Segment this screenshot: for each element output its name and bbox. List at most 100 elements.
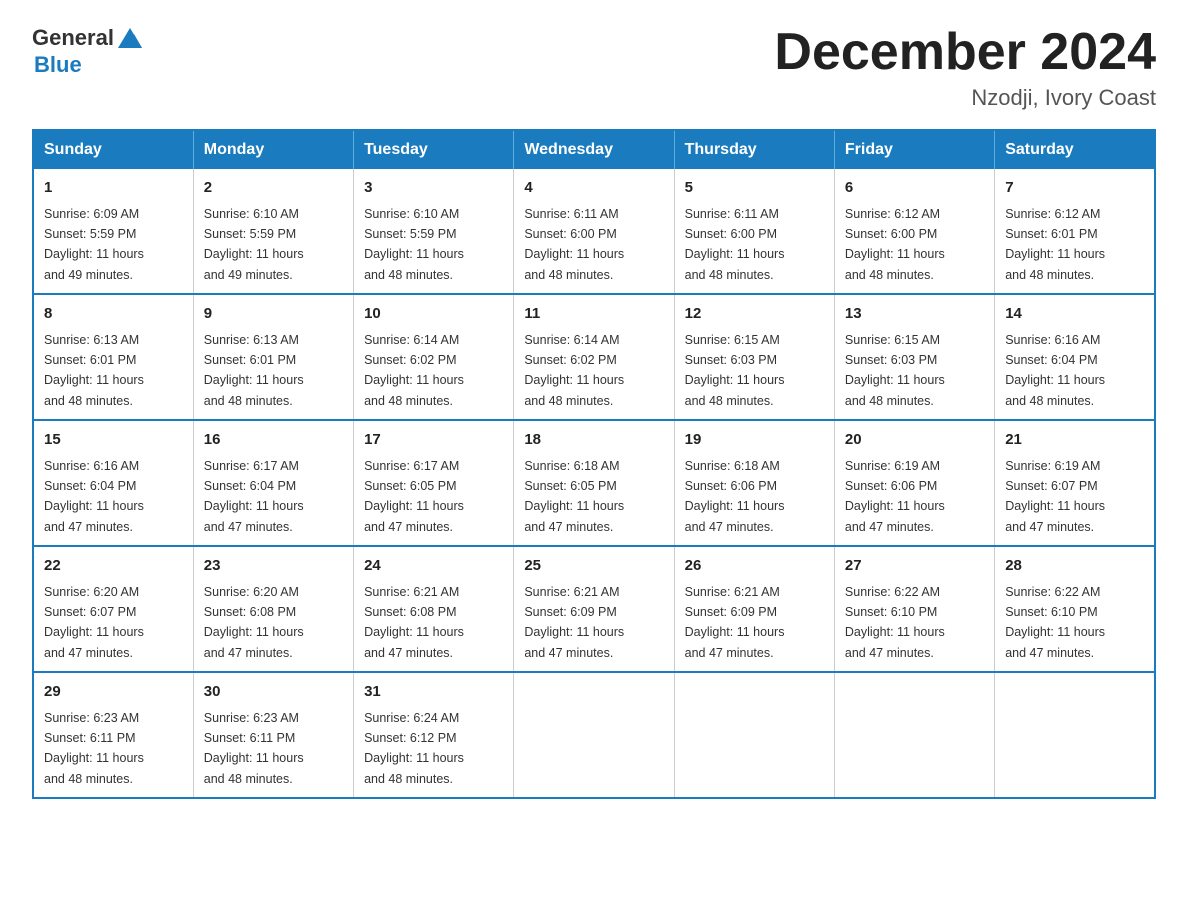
day-number: 27 [845,555,984,578]
day-info: Sunrise: 6:21 AMSunset: 6:08 PMDaylight:… [364,585,464,660]
day-number: 19 [685,429,824,452]
day-info: Sunrise: 6:11 AMSunset: 6:00 PMDaylight:… [524,207,624,282]
calendar-cell: 11 Sunrise: 6:14 AMSunset: 6:02 PMDaylig… [514,294,674,420]
calendar-cell [834,672,994,798]
day-info: Sunrise: 6:24 AMSunset: 6:12 PMDaylight:… [364,711,464,786]
calendar-cell: 6 Sunrise: 6:12 AMSunset: 6:00 PMDayligh… [834,169,994,294]
day-info: Sunrise: 6:20 AMSunset: 6:08 PMDaylight:… [204,585,304,660]
page-header: General Blue December 2024 Nzodji, Ivory… [32,24,1156,111]
day-info: Sunrise: 6:12 AMSunset: 6:01 PMDaylight:… [1005,207,1105,282]
day-number: 11 [524,303,663,326]
calendar-cell: 8 Sunrise: 6:13 AMSunset: 6:01 PMDayligh… [33,294,193,420]
day-number: 28 [1005,555,1144,578]
calendar-cell: 25 Sunrise: 6:21 AMSunset: 6:09 PMDaylig… [514,546,674,672]
day-info: Sunrise: 6:19 AMSunset: 6:07 PMDaylight:… [1005,459,1105,534]
weekday-header-monday: Monday [193,130,353,169]
calendar-cell: 19 Sunrise: 6:18 AMSunset: 6:06 PMDaylig… [674,420,834,546]
day-number: 6 [845,177,984,200]
calendar-cell: 4 Sunrise: 6:11 AMSunset: 6:00 PMDayligh… [514,169,674,294]
day-info: Sunrise: 6:16 AMSunset: 6:04 PMDaylight:… [44,459,144,534]
day-number: 13 [845,303,984,326]
calendar-cell: 1 Sunrise: 6:09 AMSunset: 5:59 PMDayligh… [33,169,193,294]
day-number: 22 [44,555,183,578]
day-number: 9 [204,303,343,326]
day-info: Sunrise: 6:14 AMSunset: 6:02 PMDaylight:… [524,333,624,408]
calendar-cell: 7 Sunrise: 6:12 AMSunset: 6:01 PMDayligh… [995,169,1155,294]
calendar-cell: 14 Sunrise: 6:16 AMSunset: 6:04 PMDaylig… [995,294,1155,420]
calendar-cell: 28 Sunrise: 6:22 AMSunset: 6:10 PMDaylig… [995,546,1155,672]
day-info: Sunrise: 6:21 AMSunset: 6:09 PMDaylight:… [524,585,624,660]
day-number: 18 [524,429,663,452]
day-number: 21 [1005,429,1144,452]
day-info: Sunrise: 6:10 AMSunset: 5:59 PMDaylight:… [364,207,464,282]
day-number: 10 [364,303,503,326]
calendar-cell: 23 Sunrise: 6:20 AMSunset: 6:08 PMDaylig… [193,546,353,672]
day-number: 26 [685,555,824,578]
calendar-cell: 20 Sunrise: 6:19 AMSunset: 6:06 PMDaylig… [834,420,994,546]
calendar-cell: 3 Sunrise: 6:10 AMSunset: 5:59 PMDayligh… [354,169,514,294]
calendar-body: 1 Sunrise: 6:09 AMSunset: 5:59 PMDayligh… [33,169,1155,798]
weekday-header-sunday: Sunday [33,130,193,169]
calendar-cell [514,672,674,798]
day-info: Sunrise: 6:20 AMSunset: 6:07 PMDaylight:… [44,585,144,660]
logo-icon [116,24,144,52]
calendar-week-row: 22 Sunrise: 6:20 AMSunset: 6:07 PMDaylig… [33,546,1155,672]
day-info: Sunrise: 6:14 AMSunset: 6:02 PMDaylight:… [364,333,464,408]
calendar-header: SundayMondayTuesdayWednesdayThursdayFrid… [33,130,1155,169]
day-info: Sunrise: 6:17 AMSunset: 6:05 PMDaylight:… [364,459,464,534]
day-number: 23 [204,555,343,578]
day-info: Sunrise: 6:22 AMSunset: 6:10 PMDaylight:… [1005,585,1105,660]
day-number: 14 [1005,303,1144,326]
calendar-week-row: 1 Sunrise: 6:09 AMSunset: 5:59 PMDayligh… [33,169,1155,294]
day-info: Sunrise: 6:13 AMSunset: 6:01 PMDaylight:… [44,333,144,408]
day-number: 30 [204,681,343,704]
day-number: 4 [524,177,663,200]
weekday-header-row: SundayMondayTuesdayWednesdayThursdayFrid… [33,130,1155,169]
day-number: 20 [845,429,984,452]
day-number: 25 [524,555,663,578]
day-number: 31 [364,681,503,704]
calendar-cell: 17 Sunrise: 6:17 AMSunset: 6:05 PMDaylig… [354,420,514,546]
day-info: Sunrise: 6:21 AMSunset: 6:09 PMDaylight:… [685,585,785,660]
calendar-cell: 26 Sunrise: 6:21 AMSunset: 6:09 PMDaylig… [674,546,834,672]
calendar-cell: 5 Sunrise: 6:11 AMSunset: 6:00 PMDayligh… [674,169,834,294]
weekday-header-thursday: Thursday [674,130,834,169]
calendar-week-row: 15 Sunrise: 6:16 AMSunset: 6:04 PMDaylig… [33,420,1155,546]
calendar-cell: 2 Sunrise: 6:10 AMSunset: 5:59 PMDayligh… [193,169,353,294]
calendar-week-row: 8 Sunrise: 6:13 AMSunset: 6:01 PMDayligh… [33,294,1155,420]
calendar-cell: 22 Sunrise: 6:20 AMSunset: 6:07 PMDaylig… [33,546,193,672]
day-info: Sunrise: 6:16 AMSunset: 6:04 PMDaylight:… [1005,333,1105,408]
weekday-header-wednesday: Wednesday [514,130,674,169]
day-number: 7 [1005,177,1144,200]
day-info: Sunrise: 6:15 AMSunset: 6:03 PMDaylight:… [685,333,785,408]
calendar-cell: 16 Sunrise: 6:17 AMSunset: 6:04 PMDaylig… [193,420,353,546]
day-number: 2 [204,177,343,200]
calendar-cell: 21 Sunrise: 6:19 AMSunset: 6:07 PMDaylig… [995,420,1155,546]
calendar-cell [674,672,834,798]
day-info: Sunrise: 6:23 AMSunset: 6:11 PMDaylight:… [44,711,144,786]
day-number: 3 [364,177,503,200]
calendar-cell: 24 Sunrise: 6:21 AMSunset: 6:08 PMDaylig… [354,546,514,672]
weekday-header-friday: Friday [834,130,994,169]
day-info: Sunrise: 6:09 AMSunset: 5:59 PMDaylight:… [44,207,144,282]
calendar-cell: 13 Sunrise: 6:15 AMSunset: 6:03 PMDaylig… [834,294,994,420]
day-info: Sunrise: 6:22 AMSunset: 6:10 PMDaylight:… [845,585,945,660]
day-info: Sunrise: 6:17 AMSunset: 6:04 PMDaylight:… [204,459,304,534]
logo-blue-text: Blue [34,52,82,78]
day-number: 5 [685,177,824,200]
day-number: 1 [44,177,183,200]
day-info: Sunrise: 6:18 AMSunset: 6:06 PMDaylight:… [685,459,785,534]
day-info: Sunrise: 6:19 AMSunset: 6:06 PMDaylight:… [845,459,945,534]
day-number: 29 [44,681,183,704]
logo: General Blue [32,24,144,78]
calendar-cell: 18 Sunrise: 6:18 AMSunset: 6:05 PMDaylig… [514,420,674,546]
calendar-cell: 30 Sunrise: 6:23 AMSunset: 6:11 PMDaylig… [193,672,353,798]
calendar-cell: 31 Sunrise: 6:24 AMSunset: 6:12 PMDaylig… [354,672,514,798]
calendar-cell: 12 Sunrise: 6:15 AMSunset: 6:03 PMDaylig… [674,294,834,420]
calendar-cell: 10 Sunrise: 6:14 AMSunset: 6:02 PMDaylig… [354,294,514,420]
day-number: 12 [685,303,824,326]
day-info: Sunrise: 6:15 AMSunset: 6:03 PMDaylight:… [845,333,945,408]
month-title: December 2024 [774,24,1156,81]
calendar-cell: 15 Sunrise: 6:16 AMSunset: 6:04 PMDaylig… [33,420,193,546]
day-info: Sunrise: 6:18 AMSunset: 6:05 PMDaylight:… [524,459,624,534]
